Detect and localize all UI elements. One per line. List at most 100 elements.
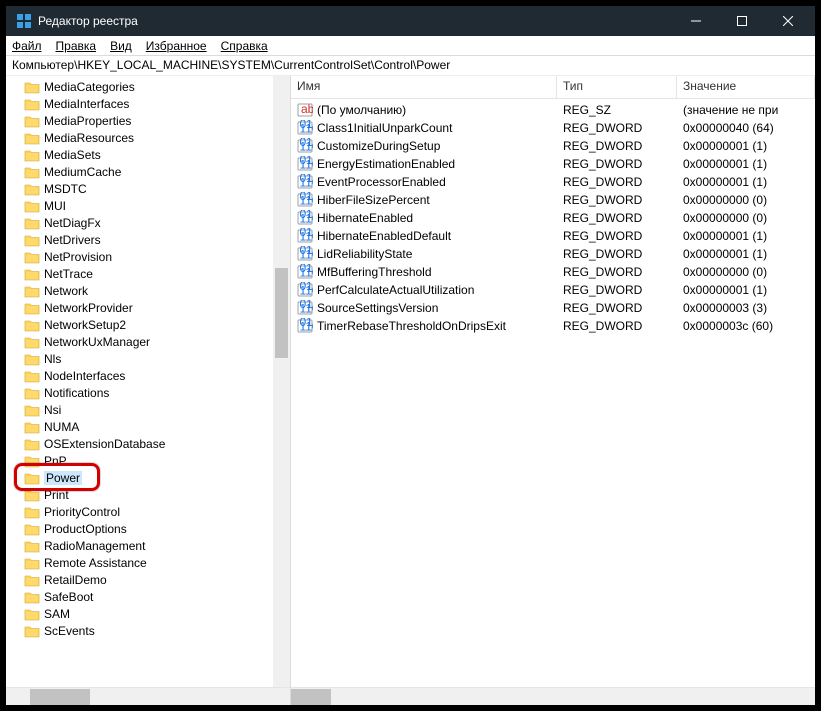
list-row[interactable]: PerfCalculateActualUtilizationREG_DWORD0…	[291, 281, 815, 299]
tree-item[interactable]: RetailDemo	[10, 571, 290, 588]
scrollbar-track	[6, 689, 290, 705]
value-name: HiberFileSizePercent	[317, 193, 430, 207]
list-row[interactable]: LidReliabilityStateREG_DWORD0x00000001 (…	[291, 245, 815, 263]
addressbar[interactable]: Компьютер\HKEY_LOCAL_MACHINE\SYSTEM\Curr…	[6, 56, 815, 76]
tree-item[interactable]: MediaProperties	[10, 112, 290, 129]
list[interactable]: (По умолчанию)REG_SZ(значение не при Clas…	[291, 99, 815, 337]
value-name: TimerRebaseThresholdOnDripsExit	[317, 319, 506, 333]
tree-item[interactable]: NetworkProvider	[10, 299, 290, 316]
folder-icon	[24, 454, 40, 468]
value-type: REG_DWORD	[557, 157, 677, 171]
list-row[interactable]: Class1InitialUnparkCountREG_DWORD0x00000…	[291, 119, 815, 137]
value-data: 0x00000000 (0)	[677, 265, 815, 279]
list-header: Имя Тип Значение	[291, 76, 815, 99]
tree-item[interactable]: SAM	[10, 605, 290, 622]
list-row[interactable]: HibernateEnabledDefaultREG_DWORD0x000000…	[291, 227, 815, 245]
tree-item[interactable]: Print	[10, 486, 290, 503]
tree-item[interactable]: PnP	[10, 452, 290, 469]
value-type: REG_DWORD	[557, 247, 677, 261]
tree-item-label: MediaInterfaces	[44, 97, 129, 111]
list-row[interactable]: (По умолчанию)REG_SZ(значение не при	[291, 101, 815, 119]
value-data: 0x0000003c (60)	[677, 319, 815, 333]
value-name: SourceSettingsVersion	[317, 301, 438, 315]
list-row[interactable]: SourceSettingsVersionREG_DWORD0x00000003…	[291, 299, 815, 317]
value-type: REG_DWORD	[557, 211, 677, 225]
value-type: REG_DWORD	[557, 121, 677, 135]
tree-item-label: NetProvision	[44, 250, 112, 264]
value-name: PerfCalculateActualUtilization	[317, 283, 474, 297]
column-name[interactable]: Имя	[291, 76, 557, 98]
tree-item[interactable]: MediaInterfaces	[10, 95, 290, 112]
tree-item[interactable]: Nsi	[10, 401, 290, 418]
tree-vertical-scrollbar[interactable]	[273, 76, 290, 687]
tree-item[interactable]: Nls	[10, 350, 290, 367]
list-row[interactable]: TimerRebaseThresholdOnDripsExitREG_DWORD…	[291, 317, 815, 335]
tree-item-label: Power	[44, 471, 82, 485]
close-button[interactable]	[765, 6, 811, 36]
column-value[interactable]: Значение	[677, 76, 815, 98]
menu-fav[interactable]: Избранное	[146, 39, 207, 53]
value-type: REG_SZ	[557, 103, 677, 117]
value-name: Class1InitialUnparkCount	[317, 121, 452, 135]
column-type[interactable]: Тип	[557, 76, 677, 98]
tree-item[interactable]: NUMA	[10, 418, 290, 435]
list-row[interactable]: CustomizeDuringSetupREG_DWORD0x00000001 …	[291, 137, 815, 155]
list-row[interactable]: HiberFileSizePercentREG_DWORD0x00000000 …	[291, 191, 815, 209]
value-name: CustomizeDuringSetup	[317, 139, 440, 153]
tree-item[interactable]: Notifications	[10, 384, 290, 401]
menu-file[interactable]: Файл	[12, 39, 42, 53]
value-type: REG_DWORD	[557, 175, 677, 189]
folder-icon	[24, 522, 40, 536]
tree[interactable]: MediaCategories MediaInterfacesMediaPrope…	[6, 76, 290, 687]
tree-item[interactable]: OSExtensionDatabase	[10, 435, 290, 452]
list-horizontal-scrollbar[interactable]	[291, 687, 815, 705]
value-name: HibernateEnabledDefault	[317, 229, 451, 243]
tree-item[interactable]: NetDrivers	[10, 231, 290, 248]
scrollbar-thumb[interactable]	[275, 268, 288, 358]
tree-item[interactable]: MediaSets	[10, 146, 290, 163]
tree-item[interactable]: NetProvision	[10, 248, 290, 265]
tree-item[interactable]: ScEvents	[10, 622, 290, 639]
reg-dword-icon	[297, 264, 313, 280]
list-row[interactable]: EventProcessorEnabledREG_DWORD0x00000001…	[291, 173, 815, 191]
tree-item-label: PriorityControl	[44, 505, 120, 519]
tree-panel: MediaCategories MediaInterfacesMediaPrope…	[6, 76, 291, 705]
menu-view[interactable]: Вид	[110, 39, 132, 53]
address-path: Компьютер\HKEY_LOCAL_MACHINE\SYSTEM\Curr…	[12, 58, 450, 72]
tree-item[interactable]: Remote Assistance	[10, 554, 290, 571]
tree-item[interactable]: Network	[10, 282, 290, 299]
tree-item-label: Print	[44, 488, 69, 502]
menu-edit[interactable]: Правка	[56, 39, 97, 53]
tree-horizontal-scrollbar[interactable]	[6, 687, 290, 705]
tree-item[interactable]: NodeInterfaces	[10, 367, 290, 384]
tree-item[interactable]: ProductOptions	[10, 520, 290, 537]
folder-icon	[24, 97, 40, 111]
value-type: REG_DWORD	[557, 265, 677, 279]
tree-item[interactable]: Power	[10, 469, 290, 486]
tree-item[interactable]: MSDTC	[10, 180, 290, 197]
reg-dword-icon	[297, 300, 313, 316]
minimize-button[interactable]	[673, 6, 719, 36]
tree-item[interactable]: NetDiagFx	[10, 214, 290, 231]
tree-item[interactable]: PriorityControl	[10, 503, 290, 520]
tree-item[interactable]: MediaCategories	[10, 78, 290, 95]
tree-item[interactable]: NetworkUxManager	[10, 333, 290, 350]
list-row[interactable]: MfBufferingThresholdREG_DWORD0x00000000 …	[291, 263, 815, 281]
tree-item[interactable]: RadioManagement	[10, 537, 290, 554]
scrollbar-thumb[interactable]	[291, 689, 331, 705]
list-row[interactable]: HibernateEnabledREG_DWORD0x00000000 (0)	[291, 209, 815, 227]
tree-item[interactable]: MediaResources	[10, 129, 290, 146]
tree-item[interactable]: NetworkSetup2	[10, 316, 290, 333]
value-data: 0x00000001 (1)	[677, 139, 815, 153]
value-name: EventProcessorEnabled	[317, 175, 446, 189]
menu-help[interactable]: Справка	[221, 39, 268, 53]
tree-item[interactable]: NetTrace	[10, 265, 290, 282]
list-row[interactable]: EnergyEstimationEnabledREG_DWORD0x000000…	[291, 155, 815, 173]
tree-item[interactable]: SafeBoot	[10, 588, 290, 605]
folder-icon	[24, 437, 40, 451]
tree-item[interactable]: MUI	[10, 197, 290, 214]
scrollbar-thumb[interactable]	[30, 689, 90, 705]
tree-item[interactable]: MediumCache	[10, 163, 290, 180]
tree-item-label: SAM	[44, 607, 70, 621]
maximize-button[interactable]	[719, 6, 765, 36]
